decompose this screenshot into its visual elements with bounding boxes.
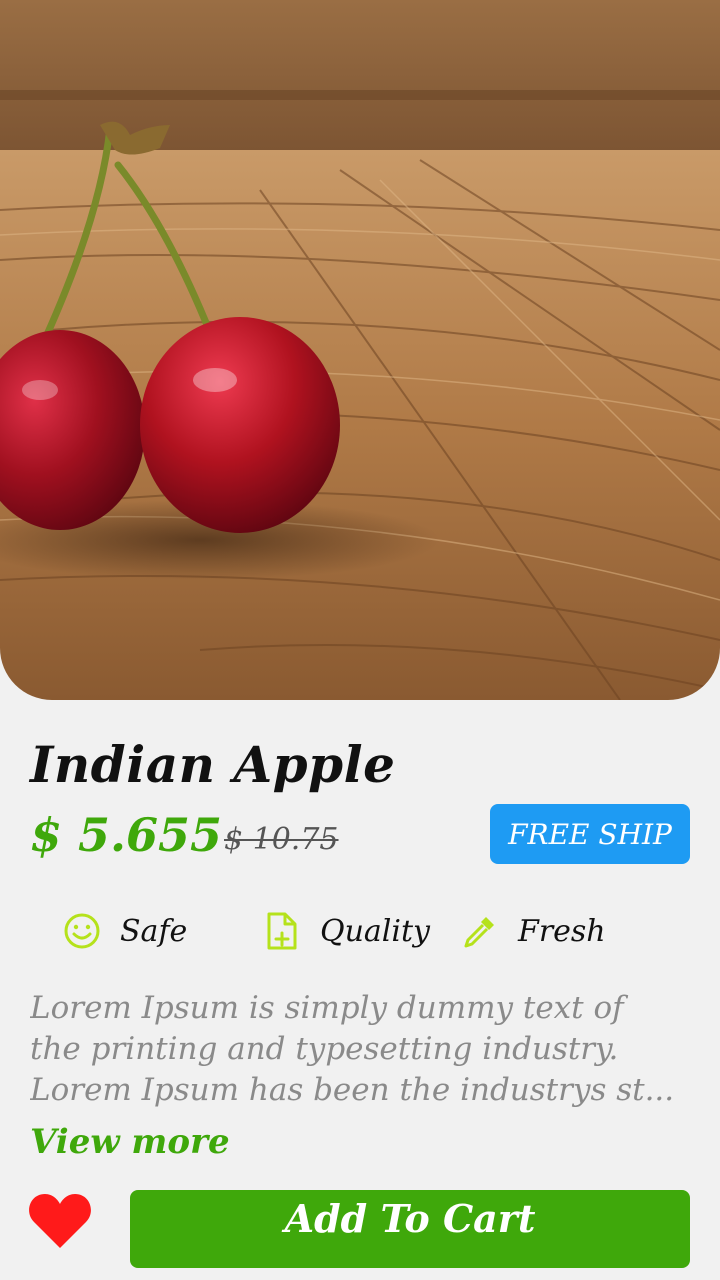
feature-fresh: Fresh	[460, 905, 606, 957]
smiley-icon	[62, 911, 102, 951]
product-price: $ 5.655	[30, 808, 223, 862]
product-old-price: $ 10.75	[224, 822, 339, 857]
description-line: the printing and typesetting industry.	[30, 1031, 619, 1067]
feature-label: Fresh	[518, 913, 606, 949]
description-line: Lorem Ipsum is simply dummy text of	[30, 990, 624, 1026]
product-description: Lorem Ipsum is simply dummy text of the …	[30, 988, 690, 1111]
heart-icon[interactable]	[28, 1192, 92, 1250]
feature-safe: Safe	[62, 905, 187, 957]
pipette-icon	[460, 911, 500, 951]
view-more-link[interactable]: View more	[30, 1122, 230, 1162]
feature-label: Quality	[320, 913, 430, 949]
feature-label: Safe	[120, 913, 188, 949]
document-add-icon	[262, 911, 302, 951]
product-title: Indian Apple	[30, 735, 396, 794]
description-line: Lorem Ipsum has been the industrys st...	[30, 1072, 675, 1108]
feature-quality: Quality	[262, 905, 430, 957]
add-to-cart-button[interactable]: Add To Cart	[130, 1190, 690, 1268]
product-image	[0, 0, 720, 700]
free-ship-badge[interactable]: FREE SHIP	[490, 804, 690, 864]
